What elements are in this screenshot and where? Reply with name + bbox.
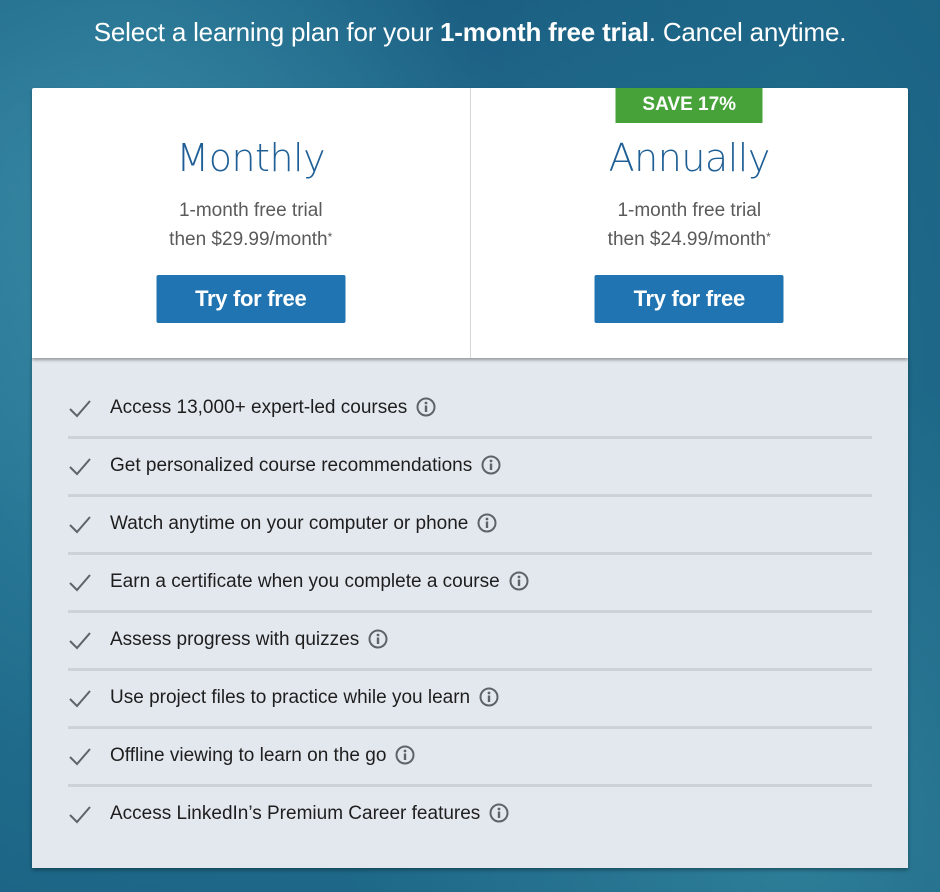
info-icon[interactable]	[479, 687, 499, 707]
check-icon	[69, 574, 91, 592]
headline-suffix: . Cancel anytime.	[648, 17, 847, 47]
plan-description: 1-month free trial then $29.99/month*	[32, 196, 470, 254]
info-icon[interactable]	[368, 629, 388, 649]
plan-title-text: Monthly	[176, 136, 326, 180]
plan-price-line: then $29.99/month*	[32, 225, 470, 254]
feature-text: Offline viewing to learn on the go	[110, 745, 415, 767]
save-badge: SAVE 17%	[615, 88, 763, 123]
feature-text: Earn a certificate when you complete a c…	[110, 571, 529, 593]
feature-label: Watch anytime on your computer or phone	[110, 513, 469, 534]
feature-label: Access LinkedIn’s Premium Career feature…	[110, 803, 481, 824]
try-for-free-annually-button[interactable]: Try for free	[594, 275, 784, 323]
feature-text: Watch anytime on your computer or phone	[110, 513, 497, 535]
info-icon[interactable]	[416, 397, 436, 417]
feature-label: Assess progress with quizzes	[110, 629, 360, 650]
plan-price-text: then $29.99/month	[169, 229, 328, 250]
feature-item: Offline viewing to learn on the go	[68, 729, 872, 787]
try-for-free-monthly-button[interactable]: Try for free	[156, 275, 346, 323]
feature-label: Get personalized course recommendations	[110, 455, 473, 476]
feature-text: Use project files to practice while you …	[110, 687, 499, 709]
price-asterisk: *	[327, 230, 333, 244]
check-icon	[69, 690, 91, 708]
feature-item: Access LinkedIn’s Premium Career feature…	[68, 787, 872, 845]
info-icon[interactable]	[395, 745, 415, 765]
feature-text: Access LinkedIn’s Premium Career feature…	[110, 803, 509, 825]
feature-text: Assess progress with quizzes	[110, 629, 388, 651]
check-icon	[69, 400, 91, 418]
check-icon	[69, 458, 91, 476]
page-headline: Select a learning plan for your 1-month …	[0, 14, 940, 50]
features-panel: Access 13,000+ expert-led courses Get per…	[32, 358, 908, 868]
check-icon	[69, 806, 91, 824]
plan-cards: Monthly 1-month free trial then $29.99/m…	[32, 88, 908, 358]
feature-text: Access 13,000+ expert-led courses	[110, 397, 436, 419]
feature-label: Offline viewing to learn on the go	[110, 745, 387, 766]
plan-card-monthly: Monthly 1-month free trial then $29.99/m…	[32, 88, 470, 358]
plan-title: Annually	[471, 136, 909, 180]
plan-price-text: then $24.99/month	[607, 229, 767, 250]
headline-bold: 1-month free trial	[440, 17, 649, 47]
plan-card-annually: SAVE 17% Annually 1-month free trial the…	[469, 88, 909, 358]
feature-text: Get personalized course recommendations	[110, 455, 501, 477]
feature-label: Use project files to practice while you …	[110, 687, 471, 708]
plan-title-text: Annually	[608, 136, 771, 180]
feature-label: Earn a certificate when you complete a c…	[110, 571, 500, 592]
plan-description: 1-month free trial then $24.99/month*	[471, 196, 909, 254]
plan-title: Monthly	[32, 136, 470, 180]
plan-price-line: then $24.99/month*	[471, 225, 909, 254]
info-icon[interactable]	[481, 455, 501, 475]
feature-item: Use project files to practice while you …	[68, 671, 872, 729]
plan-trial-text: 1-month free trial	[178, 200, 323, 221]
check-icon	[69, 748, 91, 766]
headline-prefix: Select a learning plan for your	[93, 17, 440, 47]
info-icon[interactable]	[509, 571, 529, 591]
info-icon[interactable]	[489, 803, 509, 823]
feature-item: Access 13,000+ expert-led courses	[68, 381, 872, 439]
feature-item: Watch anytime on your computer or phone	[68, 497, 872, 555]
price-asterisk: *	[766, 230, 771, 244]
info-icon[interactable]	[477, 513, 497, 533]
check-icon	[69, 516, 91, 534]
feature-item: Earn a certificate when you complete a c…	[68, 555, 872, 613]
feature-label: Access 13,000+ expert-led courses	[110, 397, 408, 418]
feature-item: Assess progress with quizzes	[68, 613, 872, 671]
plan-trial-text: 1-month free trial	[617, 200, 762, 221]
check-icon	[69, 632, 91, 650]
feature-item: Get personalized course recommendations	[68, 439, 872, 497]
